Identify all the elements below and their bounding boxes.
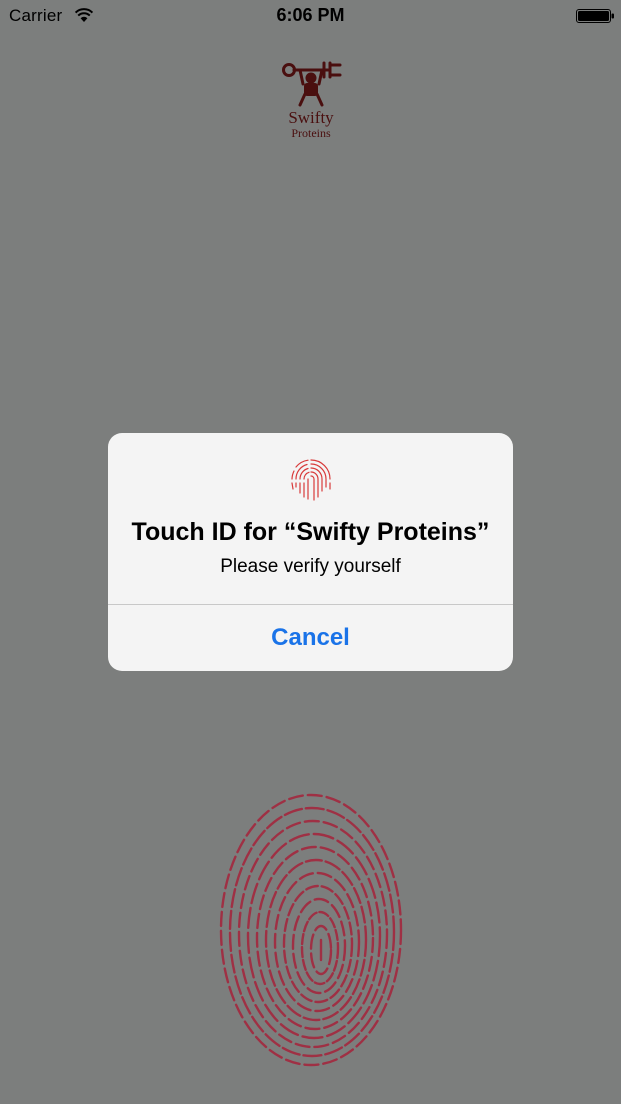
alert-title: Touch ID for “Swifty Proteins” — [131, 518, 490, 546]
logo-title: Swifty — [288, 108, 334, 127]
status-time: 6:06 PM — [276, 5, 345, 25]
status-bar: Carrier 6:06 PM — [0, 0, 621, 32]
touch-id-alert: Touch ID for “Swifty Proteins” Please ve… — [108, 433, 513, 671]
weightlifter-icon — [282, 61, 342, 107]
fingerprint-icon — [291, 459, 331, 501]
app-logo: Swifty Proteins — [270, 60, 352, 150]
cancel-button[interactable]: Cancel — [108, 605, 513, 671]
alert-message: Please verify yourself — [220, 556, 401, 577]
battery-icon — [576, 9, 614, 23]
fingerprint-icon — [219, 793, 403, 1067]
logo-subtitle: Proteins — [291, 126, 331, 140]
